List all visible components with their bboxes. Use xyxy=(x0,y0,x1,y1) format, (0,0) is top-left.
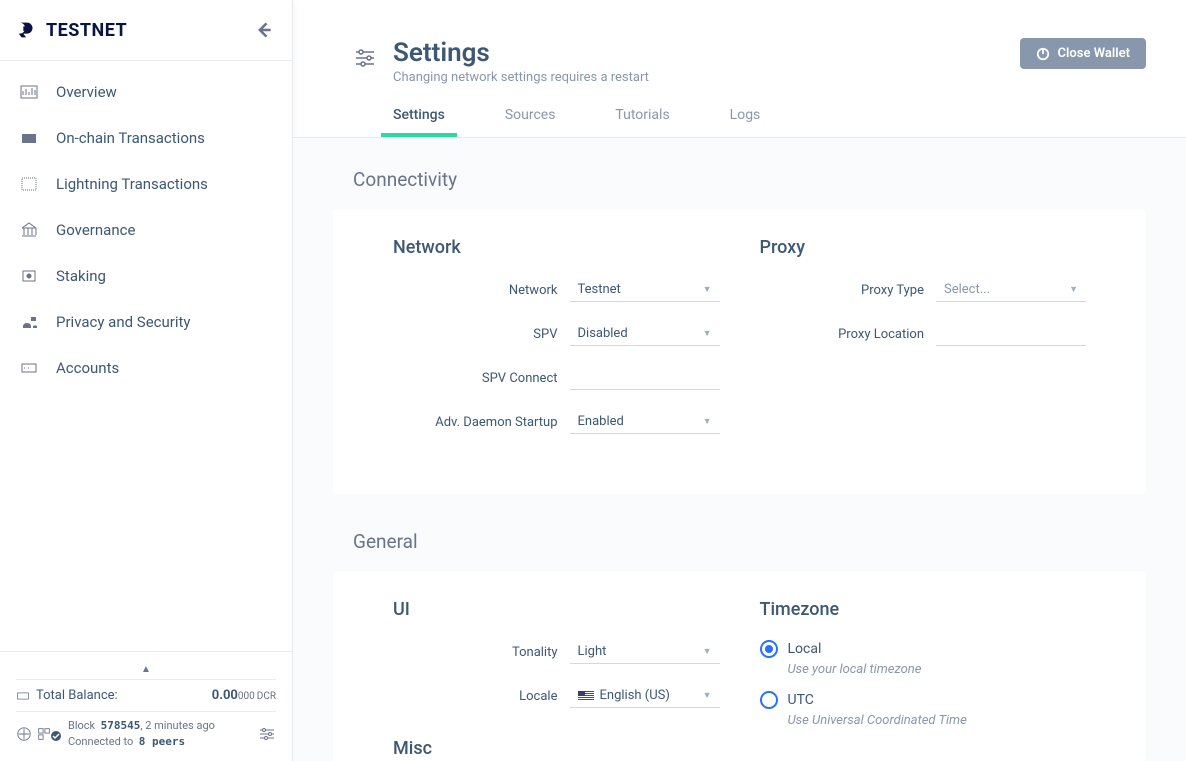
sidebar-footer: ▲ Total Balance: 0.00000DCR Block 578545… xyxy=(0,651,292,761)
tabs: Settings Sources Tutorials Logs xyxy=(293,85,1186,138)
status-row: Block 578545, 2 minutes ago Connected to… xyxy=(16,712,276,749)
tonality-label: Tonality xyxy=(512,645,558,660)
tonality-select[interactable]: Light▼ xyxy=(570,640,720,664)
locale-label: Locale xyxy=(519,689,557,704)
sidebar-item-accounts[interactable]: Accounts xyxy=(0,345,292,391)
balance-icon xyxy=(16,689,30,703)
logo: TESTNET xyxy=(16,19,127,41)
spv-connect-input[interactable] xyxy=(570,366,720,390)
radio-local[interactable] xyxy=(760,640,778,658)
chevron-down-icon: ▼ xyxy=(703,646,712,657)
proxy-type-select[interactable]: Select...▼ xyxy=(936,278,1086,302)
timezone-option-local[interactable]: Local Use your local timezone xyxy=(760,640,1087,677)
sidebar-item-governance[interactable]: Governance xyxy=(0,207,292,253)
spv-connect-label: SPV Connect xyxy=(482,371,558,386)
chevron-down-icon: ▼ xyxy=(703,328,712,339)
connected-label: Connected to xyxy=(68,735,133,748)
sidebar-header: TESTNET xyxy=(0,0,292,61)
close-wallet-button[interactable]: Close Wallet xyxy=(1020,38,1146,69)
timezone-option-utc[interactable]: UTC Use Universal Coordinated Time xyxy=(760,691,1087,728)
sidebar-item-overview[interactable]: Overview xyxy=(0,69,292,115)
chevron-down-icon: ▼ xyxy=(703,416,712,427)
nav-label: Privacy and Security xyxy=(56,313,191,331)
nav-label: Governance xyxy=(56,221,135,239)
governance-icon xyxy=(20,221,38,239)
radio-local-label: Local xyxy=(788,641,822,657)
proxy-title: Proxy xyxy=(760,237,1087,258)
nav-label: Lightning Transactions xyxy=(56,175,208,193)
peers-count: 8 peers xyxy=(139,735,185,748)
proxy-location-input[interactable] xyxy=(936,322,1086,346)
sidebar-nav: Overview On-chain Transactions Lightning… xyxy=(0,61,292,651)
onchain-icon xyxy=(20,129,38,147)
privacy-icon xyxy=(20,313,38,331)
overview-icon xyxy=(20,83,38,101)
tab-tutorials[interactable]: Tutorials xyxy=(615,107,669,137)
nav-label: Accounts xyxy=(56,359,119,377)
sidebar-item-staking[interactable]: Staking xyxy=(0,253,292,299)
logo-icon xyxy=(16,19,38,41)
adv-daemon-label: Adv. Daemon Startup xyxy=(435,415,557,430)
accounts-icon xyxy=(20,359,38,377)
sidebar-item-lightning[interactable]: Lightning Transactions xyxy=(0,161,292,207)
section-general-title: General xyxy=(333,530,1146,553)
chevron-down-icon: ▼ xyxy=(703,284,712,295)
radio-local-desc: Use your local timezone xyxy=(788,662,1087,677)
tab-settings[interactable]: Settings xyxy=(393,107,445,137)
sidebar-item-privacy[interactable]: Privacy and Security xyxy=(0,299,292,345)
back-button[interactable] xyxy=(252,18,276,42)
settings-icon xyxy=(353,46,377,70)
radio-utc-label: UTC xyxy=(788,692,814,708)
main: Settings Changing network settings requi… xyxy=(293,0,1186,761)
spv-select[interactable]: Disabled▼ xyxy=(570,322,720,346)
network-label: Network xyxy=(509,283,558,298)
general-card: UI Tonality Light▼ Locale English (US)▼ … xyxy=(333,571,1146,761)
spv-label: SPV xyxy=(533,327,557,342)
power-icon xyxy=(1036,47,1050,61)
balance-value: 0.00000DCR xyxy=(212,688,276,703)
page-title: Settings xyxy=(393,38,649,68)
block-time: , 2 minutes ago xyxy=(140,719,215,732)
timezone-title: Timezone xyxy=(760,599,1087,620)
logo-text: TESTNET xyxy=(46,20,127,41)
tab-logs[interactable]: Logs xyxy=(730,107,761,137)
staking-icon xyxy=(20,267,38,285)
content: Connectivity Network Network Testnet▼ SP… xyxy=(293,138,1186,761)
sidebar-item-onchain[interactable]: On-chain Transactions xyxy=(0,115,292,161)
main-header: Settings Changing network settings requi… xyxy=(293,0,1186,85)
misc-title: Misc xyxy=(393,738,720,759)
section-connectivity-title: Connectivity xyxy=(333,168,1146,191)
proxy-type-label: Proxy Type xyxy=(861,283,924,298)
radio-utc[interactable] xyxy=(760,691,778,709)
network-select[interactable]: Testnet▼ xyxy=(570,278,720,302)
balance-row: Total Balance: 0.00000DCR xyxy=(16,679,276,712)
page-subtitle: Changing network settings requires a res… xyxy=(393,70,649,85)
locale-select[interactable]: English (US)▼ xyxy=(570,684,720,708)
settings-shortcut-icon[interactable] xyxy=(258,725,276,743)
network-title: Network xyxy=(393,237,720,258)
check-icon xyxy=(50,730,62,742)
network-icon xyxy=(16,726,32,742)
connectivity-card: Network Network Testnet▼ SPV Disabled▼ S… xyxy=(333,209,1146,494)
tab-sources[interactable]: Sources xyxy=(505,107,556,137)
nav-label: Overview xyxy=(56,83,117,101)
nav-label: On-chain Transactions xyxy=(56,129,205,147)
balance-label: Total Balance: xyxy=(36,688,118,703)
block-height: 578545 xyxy=(101,719,141,732)
radio-utc-desc: Use Universal Coordinated Time xyxy=(788,713,1087,728)
chevron-down-icon: ▼ xyxy=(703,690,712,701)
adv-daemon-select[interactable]: Enabled▼ xyxy=(570,410,720,434)
proxy-location-label: Proxy Location xyxy=(838,327,924,342)
expand-icon[interactable]: ▲ xyxy=(16,664,276,675)
lightning-icon xyxy=(20,175,38,193)
chevron-down-icon: ▼ xyxy=(1069,284,1078,295)
sidebar: TESTNET Overview On-chain Transactions L… xyxy=(0,0,293,761)
ui-title: UI xyxy=(393,599,720,620)
flag-us-icon xyxy=(578,691,594,701)
block-label: Block xyxy=(68,719,95,732)
nav-label: Staking xyxy=(56,267,106,285)
close-label: Close Wallet xyxy=(1058,46,1130,61)
